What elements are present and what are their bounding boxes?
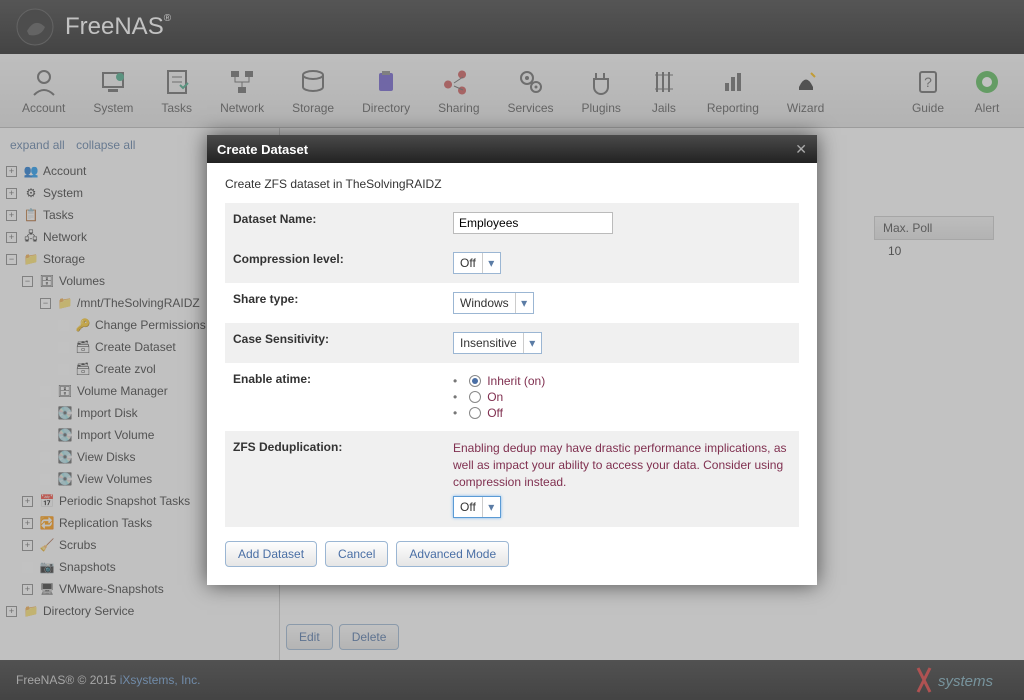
dedup-warning: Enabling dedup may have drastic performa… — [453, 440, 791, 490]
cancel-button[interactable]: Cancel — [325, 541, 388, 567]
label-share: Share type: — [225, 283, 445, 323]
label-dedup: ZFS Deduplication: — [225, 431, 445, 527]
atime-on-label: On — [487, 390, 503, 404]
atime-inherit-radio[interactable] — [469, 375, 481, 387]
dialog-titlebar: Create Dataset ✕ — [207, 135, 817, 163]
chevron-down-icon: ▾ — [482, 497, 500, 517]
chevron-down-icon: ▾ — [523, 333, 541, 353]
case-select[interactable]: Insensitive▾ — [453, 332, 542, 354]
atime-on-radio[interactable] — [469, 391, 481, 403]
chevron-down-icon: ▾ — [515, 293, 533, 313]
dataset-name-input[interactable] — [453, 212, 613, 234]
close-icon[interactable]: ✕ — [795, 141, 807, 158]
create-dataset-dialog: Create Dataset ✕ Create ZFS dataset in T… — [207, 135, 817, 585]
compression-select[interactable]: Off▾ — [453, 252, 501, 274]
label-compression: Compression level: — [225, 243, 445, 283]
atime-off-radio[interactable] — [469, 407, 481, 419]
atime-inherit-label: Inherit (on) — [487, 374, 545, 388]
add-dataset-button[interactable]: Add Dataset — [225, 541, 317, 567]
dedup-select[interactable]: Off▾ — [453, 496, 501, 518]
advanced-mode-button[interactable]: Advanced Mode — [396, 541, 509, 567]
dialog-title: Create Dataset — [217, 142, 308, 157]
label-dataset-name: Dataset Name: — [225, 203, 445, 243]
dialog-desc: Create ZFS dataset in TheSolvingRAIDZ — [225, 177, 799, 191]
modal-overlay: Create Dataset ✕ Create ZFS dataset in T… — [0, 0, 1024, 700]
sharetype-select[interactable]: Windows▾ — [453, 292, 534, 314]
chevron-down-icon: ▾ — [482, 253, 500, 273]
label-case: Case Sensitivity: — [225, 323, 445, 363]
atime-off-label: Off — [487, 406, 503, 420]
label-atime: Enable atime: — [225, 363, 445, 431]
